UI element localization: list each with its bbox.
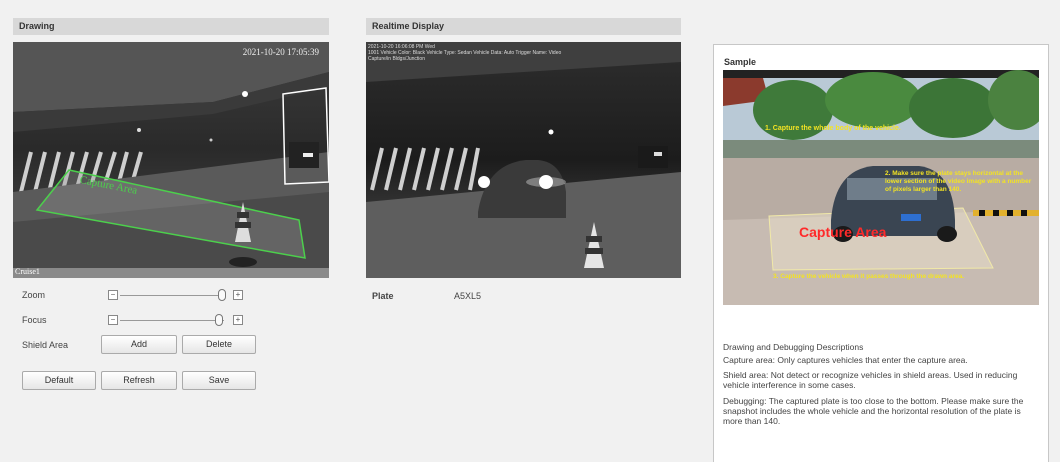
drawing-timestamp: 2021-10-20 17:05:39 (242, 47, 319, 57)
delete-shield-button[interactable]: Delete (182, 335, 256, 354)
sample-step1: 1. Capture the whole body of the vehicle… (765, 125, 901, 132)
refresh-button[interactable]: Refresh (101, 371, 177, 390)
realtime-scene (366, 42, 681, 278)
realtime-overlay-line3: Capture/in Bldgs/Junction (368, 56, 425, 62)
drawing-video[interactable]: 2021-10-20 17:05:39 Capture Area Cruise1 (13, 42, 329, 278)
save-button[interactable]: Save (182, 371, 256, 390)
desc-capture: Capture area: Only captures vehicles tha… (723, 355, 968, 365)
drawing-header: Drawing (13, 18, 329, 35)
plate-label: Plate (372, 291, 394, 301)
sample-image: 1. Capture the whole body of the vehicle… (723, 70, 1039, 305)
default-button[interactable]: Default (22, 371, 96, 390)
focus-plus-button[interactable]: + (233, 315, 243, 325)
add-shield-button[interactable]: Add (101, 335, 177, 354)
sample-capture-area: Capture Area (799, 224, 887, 240)
desc-title: Drawing and Debugging Descriptions (723, 342, 864, 352)
zoom-label: Zoom (22, 290, 46, 300)
realtime-header: Realtime Display (366, 18, 681, 35)
zoom-minus-button[interactable]: − (108, 290, 118, 300)
desc-debug: Debugging: The captured plate is too clo… (723, 396, 1024, 426)
sample-step3: 3. Capture the vehicle when it passes th… (773, 273, 965, 280)
sample-title: Sample (724, 57, 757, 67)
shield-area-label: Shield Area (22, 340, 69, 350)
focus-minus-button[interactable]: − (108, 315, 118, 325)
sample-panel: Sample 1. Capture the whole body of the … (713, 44, 1049, 462)
zoom-slider-handle[interactable] (217, 289, 226, 301)
drawing-scene (13, 42, 329, 278)
realtime-title: Realtime Display (372, 21, 445, 31)
focus-slider-handle[interactable] (214, 314, 223, 326)
focus-label: Focus (22, 315, 47, 325)
plate-value: A5XL5 (454, 291, 482, 301)
focus-slider[interactable] (120, 320, 224, 321)
realtime-video: 2021-10-20 16:06:08 PM Wed 1001 Vehicle … (366, 42, 681, 278)
zoom-plus-button[interactable]: + (233, 290, 243, 300)
zoom-slider[interactable] (120, 295, 226, 296)
channel-label: Cruise1 (15, 267, 40, 276)
desc-shield: Shield area: Not detect or recognize veh… (723, 370, 1018, 390)
drawing-title: Drawing (19, 21, 55, 31)
sample-step2: 2. Make sure the plate stays horizontal … (885, 170, 1032, 193)
